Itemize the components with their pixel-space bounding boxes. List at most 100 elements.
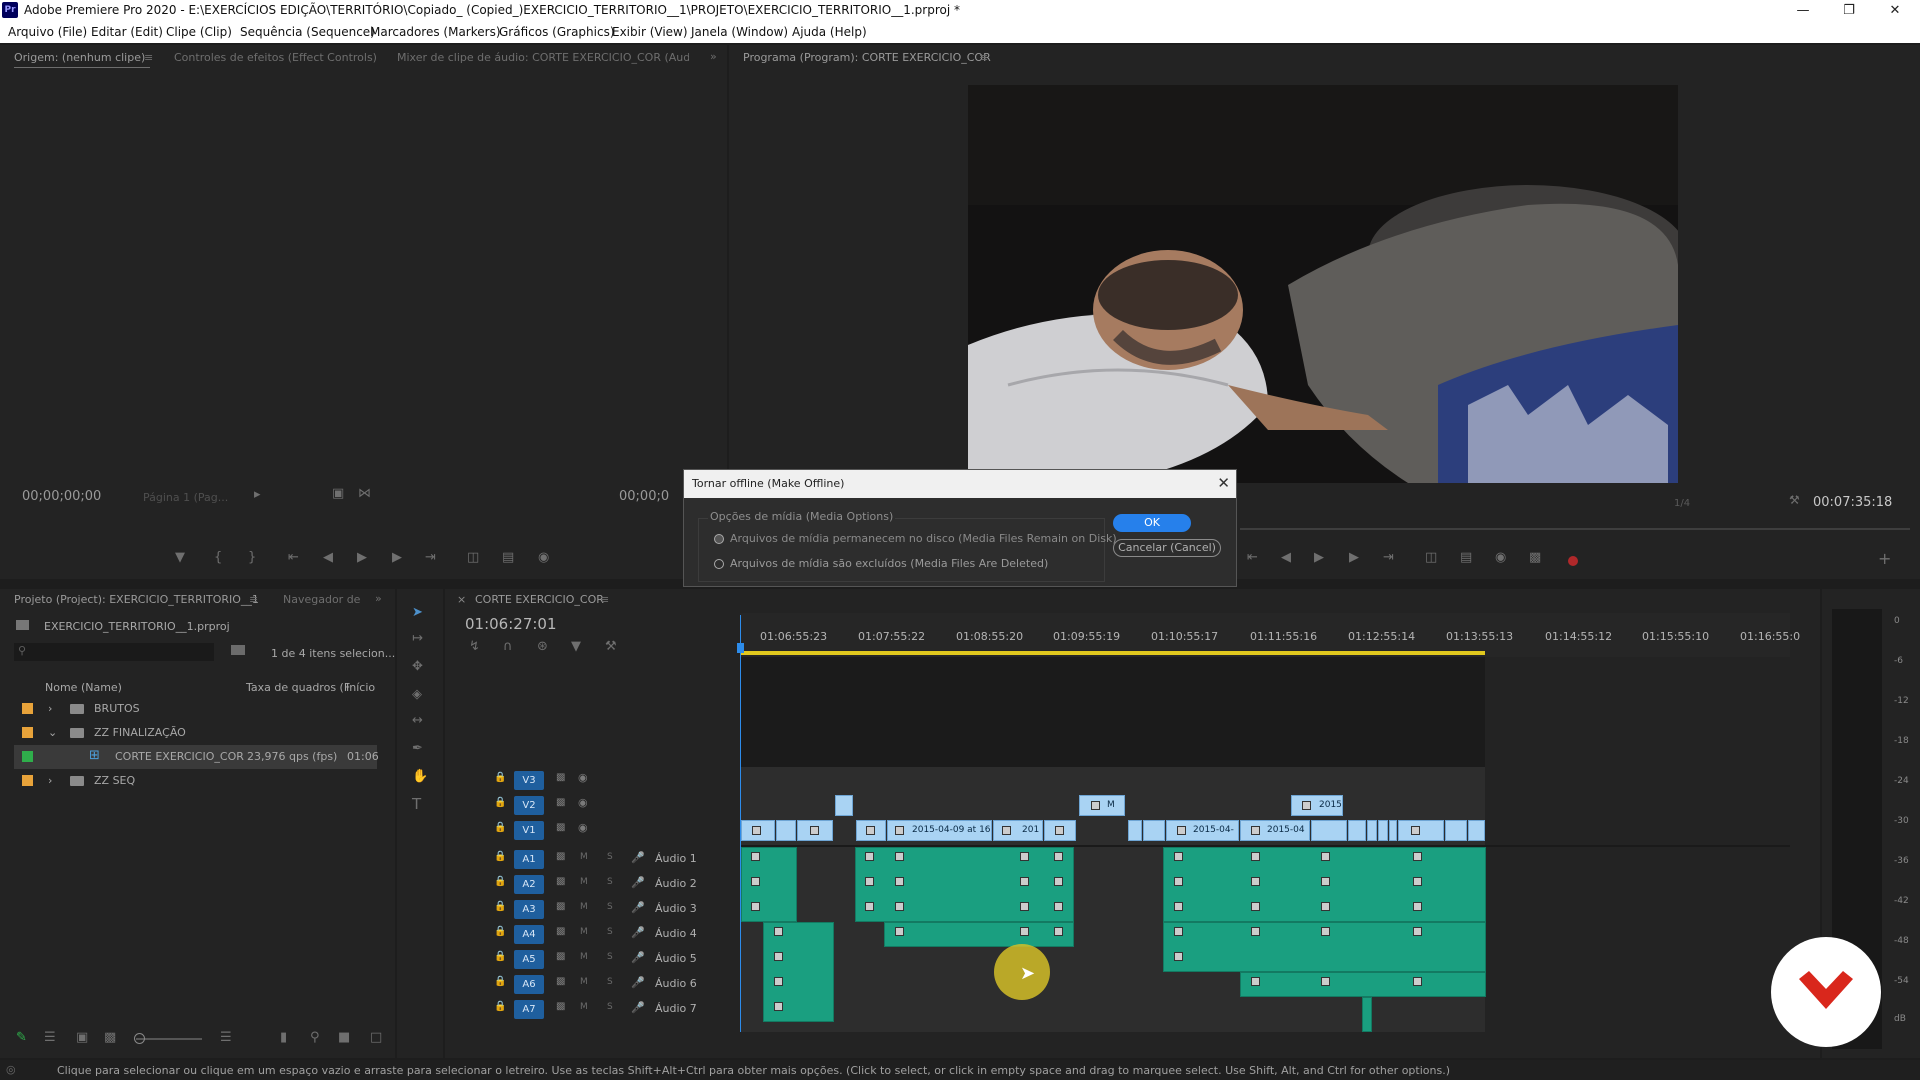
lock-icon[interactable]: 🔒 xyxy=(494,1001,506,1012)
source-timecode-current[interactable]: 00;00;00;00 xyxy=(22,489,101,504)
tab-project[interactable]: Projeto (Project): EXERCICIO_TERRITORIO_… xyxy=(14,593,259,606)
program-play-icon[interactable]: ▶ xyxy=(1314,550,1324,565)
video-clip[interactable]: 201 xyxy=(993,820,1043,841)
tab-sequence[interactable]: CORTE EXERCICIO_COR xyxy=(475,593,604,606)
list-view-icon[interactable]: ☰ xyxy=(44,1030,56,1045)
sync-lock-icon[interactable]: ▩ xyxy=(556,951,565,962)
sync-lock-icon[interactable]: ▩ xyxy=(556,901,565,912)
video-clip[interactable] xyxy=(1143,820,1165,841)
menu-clip[interactable]: Clipe (Clip) xyxy=(166,25,232,39)
track-target-a6[interactable]: A6 xyxy=(514,975,544,994)
eye-icon[interactable]: ◉ xyxy=(578,821,588,834)
column-name[interactable]: Nome (Name) xyxy=(45,681,122,694)
icon-view-icon[interactable]: ▣ xyxy=(76,1030,88,1045)
lift-icon[interactable]: ◫ xyxy=(1425,550,1437,565)
minimize-button[interactable]: — xyxy=(1780,0,1826,22)
program-step-back-icon[interactable]: ◀ xyxy=(1281,550,1291,565)
audio-clip[interactable] xyxy=(1163,922,1486,972)
tab-media-browser[interactable]: Navegador de xyxy=(283,593,360,606)
sync-lock-icon[interactable]: ▩ xyxy=(556,876,565,887)
tab-effect-controls[interactable]: Controles de efeitos (Effect Controls) xyxy=(174,51,377,64)
video-clip[interactable] xyxy=(1311,820,1347,841)
audio-clip[interactable] xyxy=(741,847,797,922)
step-back-icon[interactable]: ◀ xyxy=(323,550,333,565)
export-frame-icon[interactable]: ◉ xyxy=(538,550,549,565)
column-frame-rate[interactable]: Taxa de quadros (F xyxy=(246,681,350,694)
solo-button[interactable]: S xyxy=(607,877,613,887)
work-area-bar[interactable] xyxy=(740,651,1485,655)
add-marker-icon[interactable]: ▼ xyxy=(175,550,185,565)
video-clip[interactable] xyxy=(1367,820,1377,841)
list-item[interactable]: ⌄ ZZ FINALIZAÇÃO xyxy=(14,721,377,745)
fit-icon[interactable]: ▣ xyxy=(332,486,344,501)
program-go-to-in-icon[interactable]: ⇤ xyxy=(1247,550,1258,565)
timeline-timecode[interactable]: 01:06:27:01 xyxy=(465,615,557,633)
mute-button[interactable]: M xyxy=(580,877,588,887)
selection-tool-icon[interactable]: ➤ xyxy=(412,605,423,620)
close-window-button[interactable]: ✕ xyxy=(1872,0,1918,22)
solo-button[interactable]: S xyxy=(607,952,613,962)
project-search-input[interactable]: ⚲ xyxy=(14,643,214,661)
video-clip[interactable]: 2015-04 xyxy=(1240,820,1310,841)
playhead-handle[interactable] xyxy=(737,643,744,653)
microphone-icon[interactable]: 🎤 xyxy=(631,901,645,914)
video-clip[interactable] xyxy=(1468,820,1485,841)
zoom-slider-handle[interactable] xyxy=(134,1033,145,1044)
solo-button[interactable]: S xyxy=(607,852,613,862)
eye-icon[interactable]: ◉ xyxy=(578,771,588,784)
razor-tool-icon[interactable]: ◈ xyxy=(412,687,422,702)
lock-icon[interactable]: 🔒 xyxy=(494,851,506,862)
expand-chevron-icon[interactable]: › xyxy=(48,702,52,715)
find-icon[interactable]: ⚲ xyxy=(310,1030,320,1045)
dialog-close-button[interactable]: ✕ xyxy=(1217,474,1230,492)
lock-icon[interactable]: 🔒 xyxy=(494,876,506,887)
overwrite-icon[interactable]: ▤ xyxy=(502,550,514,565)
audio-clip[interactable] xyxy=(1163,847,1486,922)
video-clip[interactable] xyxy=(741,820,775,841)
video-clip[interactable]: 2015-04- xyxy=(1166,820,1239,841)
lock-icon[interactable]: 🔒 xyxy=(494,951,506,962)
page-dropdown[interactable]: Página 1 (Pag... xyxy=(143,491,228,504)
track-target-a1[interactable]: A1 xyxy=(514,850,544,869)
collapse-chevron-icon[interactable]: ⌄ xyxy=(48,726,57,739)
mark-in-icon[interactable]: { xyxy=(214,550,222,565)
add-marker-timeline-icon[interactable]: ▼ xyxy=(571,639,581,654)
menu-file[interactable]: Arquivo (File) xyxy=(8,25,87,39)
linked-selection-icon[interactable]: ⊛ xyxy=(537,639,548,654)
pen-tool-icon[interactable]: ✒ xyxy=(412,741,423,756)
menu-sequence[interactable]: Sequência (Sequence) xyxy=(240,25,375,39)
program-step-forward-icon[interactable]: ▶ xyxy=(1349,550,1359,565)
track-target-a2[interactable]: A2 xyxy=(514,875,544,894)
program-time-ruler[interactable] xyxy=(1240,515,1920,531)
menu-graphics[interactable]: Gráficos (Graphics) xyxy=(499,25,615,39)
tab-program[interactable]: Programa (Program): CORTE EXERCICIO_COR xyxy=(743,51,991,64)
track-target-a4[interactable]: A4 xyxy=(514,925,544,944)
zoom-slider[interactable] xyxy=(136,1038,202,1040)
option-remain-on-disk-label[interactable]: Arquivos de mídia permanecem no disco (M… xyxy=(730,532,1117,545)
type-tool-icon[interactable]: T xyxy=(412,795,421,813)
project-panel-menu-icon[interactable]: ≡ xyxy=(249,593,258,606)
menu-window[interactable]: Janela (Window) xyxy=(691,25,788,39)
go-to-in-icon[interactable]: ⇤ xyxy=(288,550,299,565)
microphone-icon[interactable]: 🎤 xyxy=(631,851,645,864)
eye-icon[interactable]: ◉ xyxy=(578,796,588,809)
sync-lock-icon[interactable]: ▩ xyxy=(556,926,565,937)
list-item[interactable]: › ZZ SEQ xyxy=(14,769,377,793)
cancel-button[interactable]: Cancelar (Cancel) xyxy=(1113,539,1221,557)
sync-lock-icon[interactable]: ▩ xyxy=(556,1001,565,1012)
new-bin-from-search-icon[interactable] xyxy=(231,645,245,655)
audio-clip[interactable] xyxy=(1240,972,1486,997)
slip-tool-icon[interactable]: ↔ xyxy=(412,713,423,728)
video-clip[interactable] xyxy=(1044,820,1076,841)
sync-lock-icon[interactable]: ▩ xyxy=(556,851,565,862)
video-clip[interactable] xyxy=(1445,820,1467,841)
sort-icon[interactable]: ☰ xyxy=(220,1030,232,1045)
program-panel-menu-icon[interactable]: ≡ xyxy=(979,51,988,64)
audio-clip[interactable] xyxy=(884,922,1074,947)
snap-icon[interactable]: ∩ xyxy=(503,639,513,654)
lock-icon[interactable]: 🔒 xyxy=(494,926,506,937)
radio-remain-on-disk[interactable] xyxy=(714,534,724,544)
comparison-view-icon[interactable]: ▩ xyxy=(1529,550,1541,565)
automate-to-sequence-icon[interactable]: ▮ xyxy=(280,1030,287,1045)
solo-button[interactable]: S xyxy=(607,927,613,937)
